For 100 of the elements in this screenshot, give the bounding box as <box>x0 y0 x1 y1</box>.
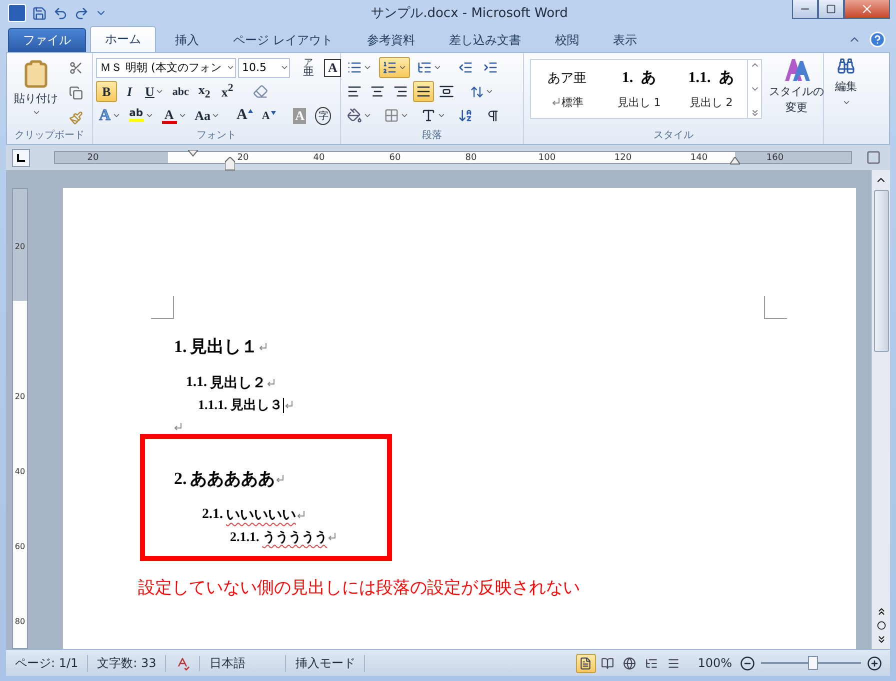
format-button[interactable]: x$^{2}$ <box>216 81 238 102</box>
heading-number: 2.1. <box>202 507 223 523</box>
ribbon-tab[interactable]: ページ レイアウト <box>218 28 348 52</box>
view-ruler-icon[interactable] <box>866 150 881 165</box>
align-icon <box>416 84 431 99</box>
grow-button[interactable]: A <box>233 105 256 126</box>
book-icon <box>601 656 614 670</box>
paragraph-mark-icon <box>174 423 182 431</box>
heading-text: 見出し２ <box>210 374 266 392</box>
word-count[interactable]: 文字数: 33 <box>88 654 166 672</box>
proofing-icon[interactable] <box>175 656 190 670</box>
lines-icon <box>667 656 680 670</box>
heading-text: 見出し３ <box>230 396 282 414</box>
font-color-button[interactable]: A <box>158 105 190 126</box>
language-label[interactable]: 日本語 <box>200 654 286 672</box>
minimize-button[interactable] <box>792 0 818 19</box>
heading-text: いいいいい <box>226 507 296 524</box>
app-icon[interactable] <box>8 4 26 22</box>
font-size-field[interactable]: 10.5 <box>238 58 290 78</box>
shrink-button[interactable]: A <box>258 105 280 126</box>
zoom-in-icon[interactable] <box>867 656 882 670</box>
font-name-field[interactable]: ＭＳ 明朝 (本文のフォン <box>96 58 236 78</box>
paragraph-mark-icon <box>552 98 560 106</box>
page-count[interactable]: ページ: 1/1 <box>6 654 88 672</box>
close-icon <box>860 2 874 16</box>
align-button[interactable] <box>413 81 434 102</box>
format-button[interactable]: B <box>96 81 117 102</box>
ribbon-tab[interactable]: 挿入 <box>160 28 214 52</box>
heading-text: ううううう <box>262 528 328 546</box>
scrollbar-thumb[interactable] <box>874 190 888 352</box>
format-button[interactable]: x$_{2}$ <box>194 81 215 102</box>
ribbon-tab[interactable]: 表示 <box>598 28 652 52</box>
caret-icon <box>32 108 40 117</box>
caret-icon <box>280 63 289 72</box>
paintbrush-icon <box>68 110 82 124</box>
maximize-icon <box>826 4 836 14</box>
paragraph-mark-icon <box>297 511 305 519</box>
first-line-indent-handle[interactable] <box>188 150 198 158</box>
right-indent-handle[interactable] <box>730 157 740 165</box>
zoom-level[interactable]: 100% <box>698 656 732 670</box>
format-button[interactable]: U <box>142 81 168 102</box>
ribbon-tab[interactable]: 校閲 <box>540 28 594 52</box>
caret-icon <box>226 63 235 72</box>
vertical-ruler: 20 20 40 60 80 <box>12 188 28 649</box>
caret-icon <box>112 111 121 120</box>
paint-bucket-icon <box>347 108 362 123</box>
phonetic-guide-button[interactable]: ア 亜 <box>298 57 319 78</box>
align-icon <box>370 84 385 99</box>
group-label: スタイル <box>652 129 694 143</box>
format-button[interactable]: I <box>119 81 140 102</box>
maximize-button[interactable] <box>818 0 844 19</box>
case-button[interactable]: Aa <box>192 105 224 126</box>
caret-icon <box>144 111 154 120</box>
caret-icon <box>437 111 446 120</box>
caret-icon <box>363 111 372 120</box>
style-item[interactable]: 1. あ 見出し 1 <box>603 60 675 118</box>
up-triangle-icon <box>248 109 254 113</box>
file-tab[interactable]: ファイル <box>8 28 86 52</box>
format-button[interactable]: abc <box>169 81 192 102</box>
gallery-more-icon[interactable] <box>750 108 760 118</box>
zoom-slider-thumb[interactable] <box>808 656 818 670</box>
style-item[interactable]: あア亜 標準 <box>531 60 603 118</box>
undo-icon[interactable] <box>53 6 68 20</box>
align-icon <box>347 84 362 99</box>
outline-icon <box>645 656 658 670</box>
ribbon-tab[interactable]: 参考資料 <box>352 28 430 52</box>
browse-object-icon[interactable] <box>876 621 886 630</box>
caret-icon <box>178 111 187 120</box>
numbering-button[interactable] <box>379 57 410 78</box>
editing-button[interactable]: 編集 <box>835 57 857 144</box>
vertical-scrollbar[interactable] <box>871 170 890 649</box>
help-icon[interactable] <box>869 30 886 48</box>
ribbon-tab[interactable]: 差し込み文書 <box>434 28 536 52</box>
close-button[interactable] <box>844 0 890 19</box>
ribbon-tab[interactable]: ホーム <box>90 26 156 52</box>
zoom-out-icon[interactable] <box>740 656 755 670</box>
caret-icon <box>433 63 442 72</box>
style-item[interactable]: 1.1. あ 見出し 2 <box>675 60 747 118</box>
redo-icon[interactable] <box>74 6 89 20</box>
tab-selector[interactable] <box>12 148 30 166</box>
scissors-icon <box>68 60 82 74</box>
align-icon <box>439 84 454 99</box>
paragraph-mark-icon <box>276 474 284 482</box>
next-page-icon[interactable] <box>876 634 886 645</box>
caret-icon <box>485 87 494 96</box>
bullet-list-icon <box>347 60 362 75</box>
view-button[interactable] <box>576 654 596 672</box>
heading-number: 1.1.1. <box>198 397 228 413</box>
change-styles-button[interactable]: スタイルの 変更 <box>769 57 824 129</box>
indent-icon <box>483 60 498 75</box>
styles-icon <box>782 57 810 83</box>
save-icon[interactable] <box>32 6 47 20</box>
previous-page-icon[interactable] <box>876 606 886 617</box>
highlight-button[interactable]: ab <box>126 105 157 126</box>
globe-icon <box>623 656 636 670</box>
insert-mode-label[interactable]: 挿入モード <box>286 654 366 672</box>
sort-icon <box>458 108 473 123</box>
left-indent-handle[interactable] <box>225 157 235 171</box>
paste-button[interactable]: 貼り付け <box>10 57 62 129</box>
pilcrow-icon <box>486 108 500 122</box>
